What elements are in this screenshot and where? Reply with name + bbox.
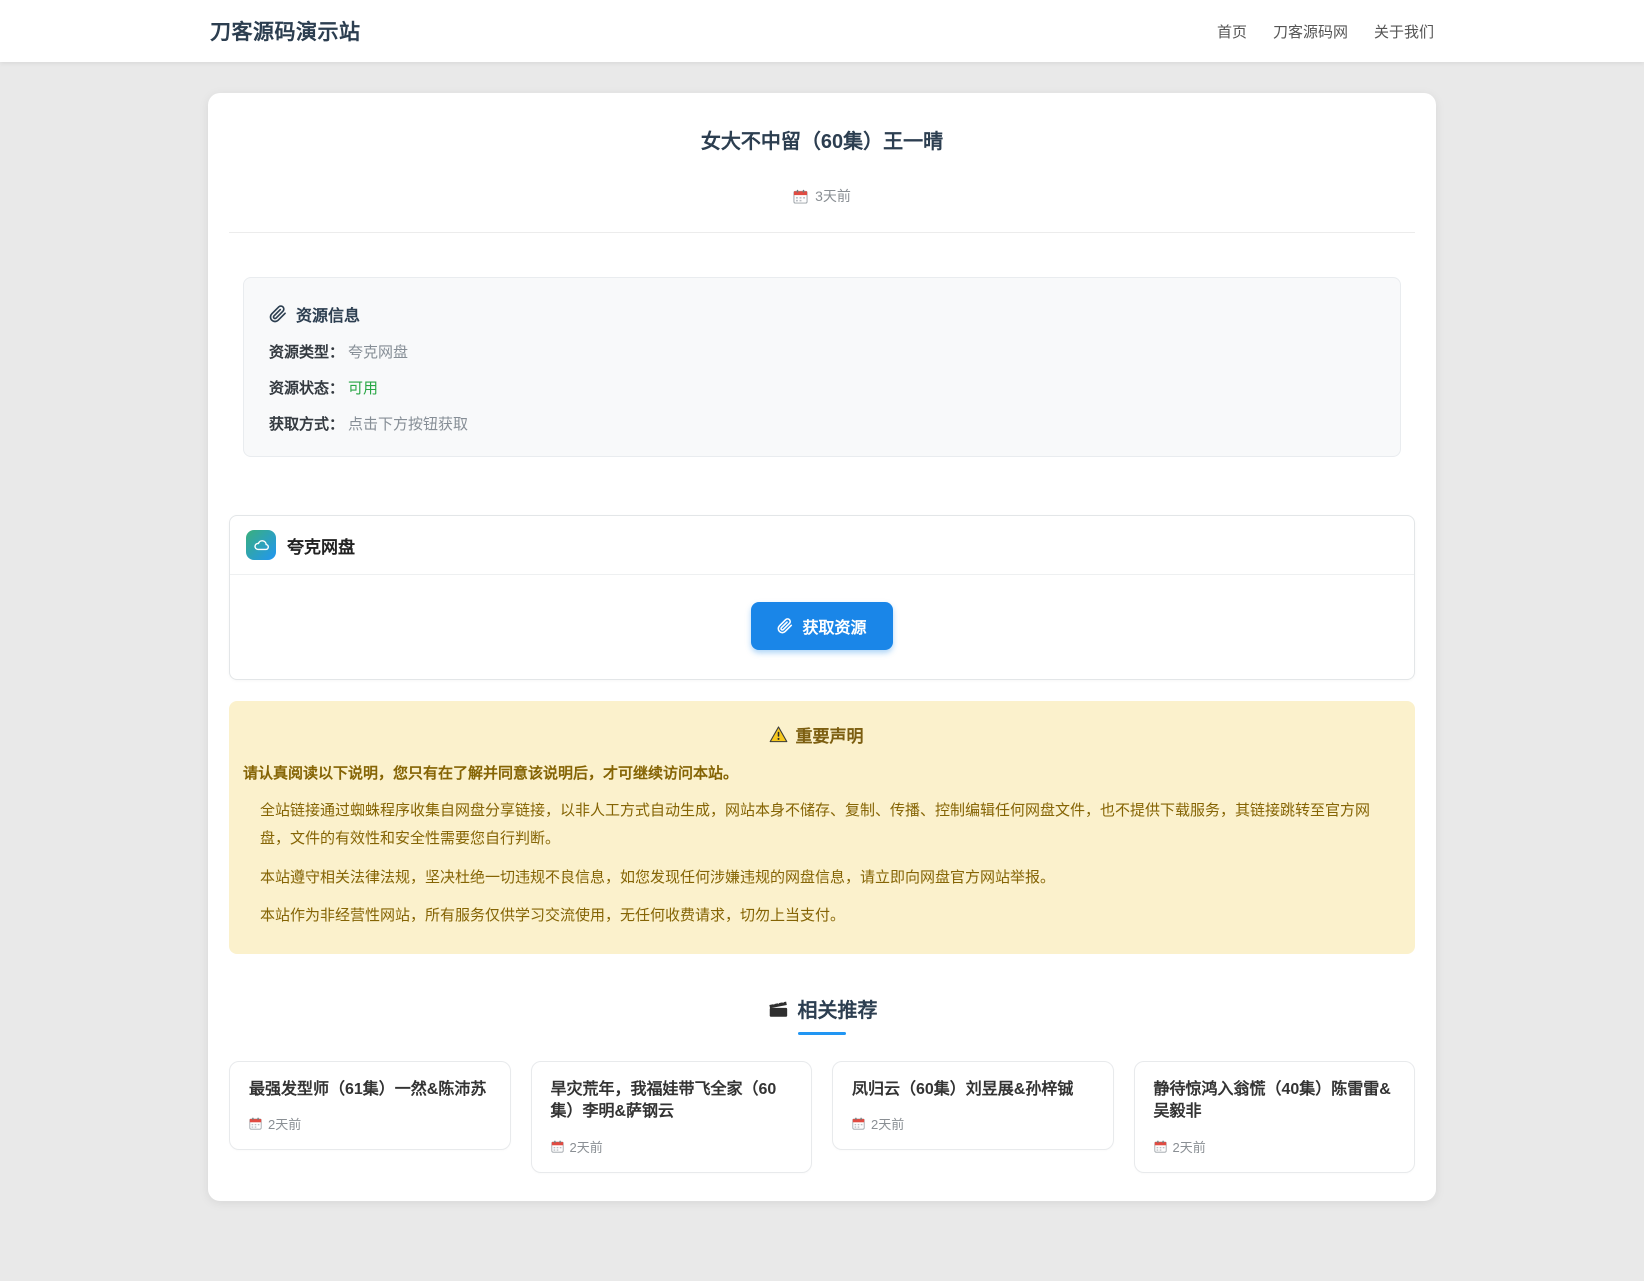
warning-icon <box>769 725 788 744</box>
quark-cloud-badge <box>246 530 276 560</box>
resource-row-type: 资源类型： 夸克网盘 <box>269 344 409 361</box>
related-card-date: 2天前 <box>268 1117 302 1133</box>
resource-info-title: 资源信息 <box>296 308 361 325</box>
related-card[interactable]: 凤归云（60集）刘昱展&孙梓铖 2天前 <box>832 1061 1114 1151</box>
related-card-date: 2天前 <box>569 1139 603 1155</box>
notice-title: 重要声明 <box>795 727 864 746</box>
calendar-icon <box>550 1140 564 1153</box>
related-card-title: 静待惊鸿入翁慌（40集）陈雷雷&吴毅非 <box>1153 1081 1391 1121</box>
nav-item-daoke[interactable]: 刀客源码网 <box>1273 21 1348 42</box>
related-card[interactable]: 静待惊鸿入翁慌（40集）陈雷雷&吴毅非 2天前 <box>1133 1061 1415 1173</box>
nav-item-about[interactable]: 关于我们 <box>1374 21 1434 42</box>
important-notice: 重要声明 请认真阅读以下说明，您只有在了解并同意该说明后，才可继续访问本站。 全… <box>229 701 1415 954</box>
calendar-icon <box>852 1117 865 1130</box>
post-date: 3天前 <box>815 188 851 204</box>
provider-header: 夸克网盘 <box>230 516 1414 575</box>
notice-lead: 请认真阅读以下说明，您只有在了解并同意该说明后，才可继续访问本站。 <box>243 765 739 782</box>
status-badge: 可用 <box>348 380 379 397</box>
related-card-date: 2天前 <box>871 1117 905 1133</box>
page-title: 女大不中留（60集）王一晴 <box>700 131 944 153</box>
calendar-icon <box>249 1117 262 1130</box>
related-grid: 最强发型师（61集）一然&陈沛苏 2天前 旱灾荒年，我福娃带飞全家（60集）李明… <box>229 1061 1415 1173</box>
post-meta: 3天前 <box>229 186 1415 233</box>
clapperboard-icon <box>767 998 789 1020</box>
paperclip-icon <box>269 305 287 323</box>
calendar-icon <box>793 189 808 204</box>
related-heading: 相关推荐 <box>229 994 1415 1023</box>
notice-paragraph: 本站作为非经营性网站，所有服务仅供学习交流使用，无任何收费请求，切勿上当支付。 <box>260 907 846 925</box>
resource-info-box: 资源信息 资源类型： 夸克网盘 资源状态： 可用 获取方式： 点击下方按钮获取 <box>243 277 1401 457</box>
notice-paragraph: 本站遵守相关法律法规，坚决杜绝一切违规不良信息，如您发现任何涉嫌违规的网盘信息，… <box>260 868 1056 886</box>
cloud-icon <box>253 537 270 554</box>
nav-item-home[interactable]: 首页 <box>1217 21 1247 42</box>
site-header: 刀客源码演示站 首页 刀客源码网 关于我们 <box>0 0 1644 62</box>
related-card[interactable]: 最强发型师（61集）一然&陈沛苏 2天前 <box>229 1061 511 1151</box>
article-card: 女大不中留（60集）王一晴 3天前 资源信息 资源类型： 夸克网盘 资源状态： 可用… <box>208 93 1436 1201</box>
resource-row-status: 资源状态： 可用 <box>269 380 379 397</box>
related-title: 相关推荐 <box>797 1000 878 1022</box>
heading-underline <box>798 1032 846 1035</box>
related-card[interactable]: 旱灾荒年，我福娃带飞全家（60集）李明&萨钢云 2天前 <box>530 1061 812 1173</box>
notice-paragraph: 全站链接通过蜘蛛程序收集自网盘分享链接，以非人工方式自动生成，网站本身不储存、复… <box>260 802 1371 847</box>
related-card-title: 最强发型师（61集）一然&陈沛苏 <box>249 1081 487 1098</box>
resource-row-method: 获取方式： 点击下方按钮获取 <box>269 416 469 433</box>
link-icon <box>777 618 793 634</box>
main-nav: 首页 刀客源码网 关于我们 <box>1217 21 1434 42</box>
provider-name: 夸克网盘 <box>287 537 355 557</box>
get-resource-button[interactable]: 获取资源 <box>751 602 893 650</box>
calendar-icon <box>1153 1140 1167 1153</box>
related-card-title: 凤归云（60集）刘昱展&孙梓铖 <box>852 1081 1074 1098</box>
download-card: 夸克网盘 获取资源 <box>229 515 1415 680</box>
site-title[interactable]: 刀客源码演示站 <box>210 16 361 46</box>
related-card-title: 旱灾荒年，我福娃带飞全家（60集）李明&萨钢云 <box>550 1081 777 1121</box>
related-card-date: 2天前 <box>1172 1139 1206 1155</box>
